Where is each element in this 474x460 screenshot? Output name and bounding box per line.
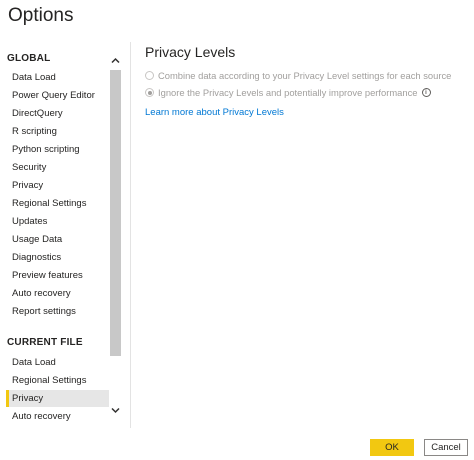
learn-more-link[interactable]: Learn more about Privacy Levels xyxy=(145,107,465,118)
option-ignore-row[interactable]: Ignore the Privacy Levels and potentiall… xyxy=(145,84,465,101)
sidebar-item-global-r-scripting[interactable]: R scripting xyxy=(6,123,109,140)
scroll-thumb[interactable] xyxy=(110,70,121,356)
content-title: Privacy Levels xyxy=(145,44,236,60)
sidebar-item-global-updates[interactable]: Updates xyxy=(6,213,109,230)
sidebar-item-global-directquery[interactable]: DirectQuery xyxy=(6,105,109,122)
option-combine-label: Combine data according to your Privacy L… xyxy=(158,70,452,81)
options-sidebar: GLOBAL Data Load Power Query Editor Dire… xyxy=(0,42,122,430)
sidebar-item-global-report-settings[interactable]: Report settings xyxy=(6,303,109,320)
dialog-title: Options xyxy=(8,5,74,26)
option-combine-row[interactable]: Combine data according to your Privacy L… xyxy=(145,67,465,84)
radio-selected-dot xyxy=(147,90,152,95)
section-header-global: GLOBAL xyxy=(7,53,51,64)
sidebar-item-current-auto-recovery[interactable]: Auto recovery xyxy=(6,408,109,425)
radio-combine[interactable] xyxy=(145,71,154,80)
info-icon[interactable]: i xyxy=(421,88,431,97)
cancel-button[interactable]: Cancel xyxy=(424,439,468,456)
panel-divider xyxy=(130,42,131,428)
sidebar-item-global-privacy[interactable]: Privacy xyxy=(6,177,109,194)
sidebar-item-global-diagnostics[interactable]: Diagnostics xyxy=(6,249,109,266)
sidebar-item-global-python-scripting[interactable]: Python scripting xyxy=(6,141,109,158)
privacy-levels-panel: Privacy Levels Combine data according to… xyxy=(145,44,465,118)
scroll-up-icon[interactable] xyxy=(109,54,122,67)
sidebar-item-global-data-load[interactable]: Data Load xyxy=(6,69,109,86)
option-ignore-label: Ignore the Privacy Levels and potentiall… xyxy=(158,87,418,98)
ok-button[interactable]: OK xyxy=(370,439,414,456)
sidebar-item-current-regional-settings[interactable]: Regional Settings xyxy=(6,372,109,389)
sidebar-item-current-data-load[interactable]: Data Load xyxy=(6,354,109,371)
section-header-current-file: CURRENT FILE xyxy=(7,337,83,348)
sidebar-item-global-auto-recovery[interactable]: Auto recovery xyxy=(6,285,109,302)
sidebar-item-global-power-query-editor[interactable]: Power Query Editor xyxy=(6,87,109,104)
sidebar-scrollbar[interactable] xyxy=(109,42,122,430)
sidebar-item-current-privacy[interactable]: Privacy xyxy=(6,390,109,407)
sidebar-item-global-security[interactable]: Security xyxy=(6,159,109,176)
sidebar-item-global-preview-features[interactable]: Preview features xyxy=(6,267,109,284)
scroll-down-icon[interactable] xyxy=(109,404,122,417)
radio-ignore[interactable] xyxy=(145,88,154,97)
sidebar-item-global-usage-data[interactable]: Usage Data xyxy=(6,231,109,248)
sidebar-item-global-regional-settings[interactable]: Regional Settings xyxy=(6,195,109,212)
